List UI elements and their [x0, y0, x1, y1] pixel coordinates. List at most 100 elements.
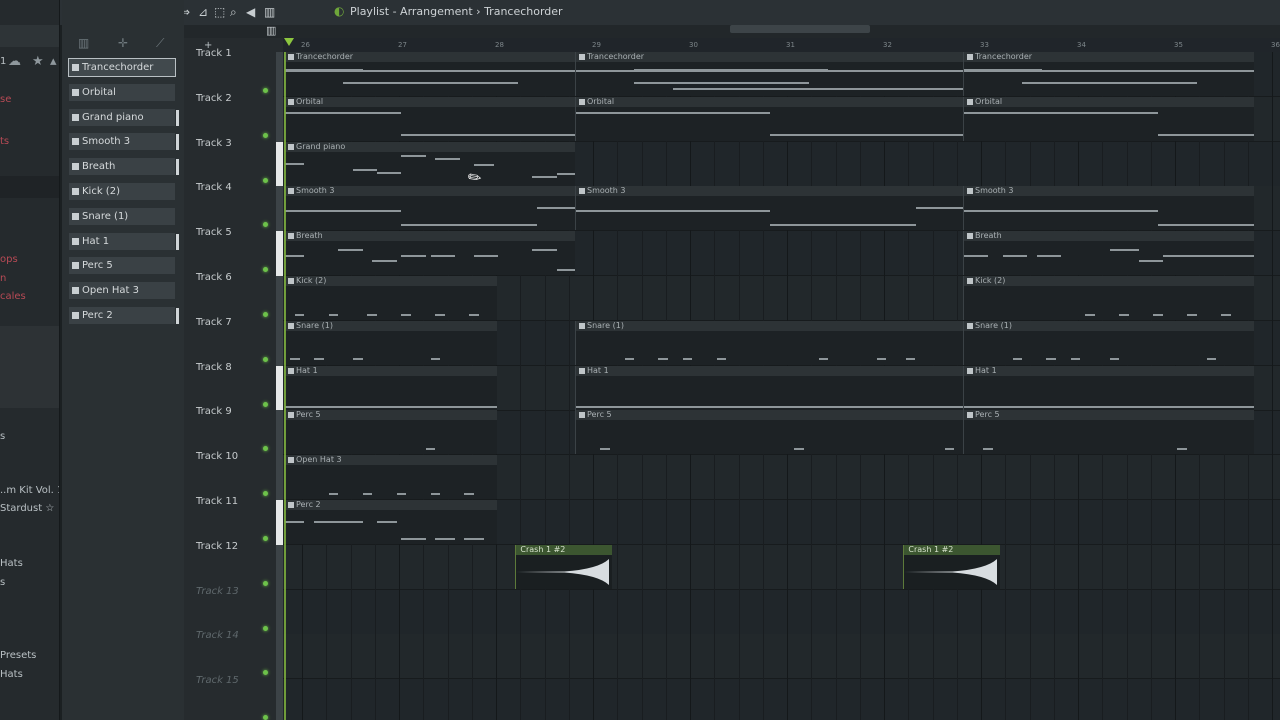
track-enable-led[interactable] — [263, 446, 268, 452]
pattern-clip[interactable]: Perc 5 — [284, 410, 498, 455]
track-enable-led[interactable] — [263, 267, 268, 273]
clip-menu-icon[interactable] — [579, 412, 585, 419]
track-name[interactable]: Track 5 — [196, 227, 232, 238]
track-color-grip[interactable] — [276, 589, 283, 635]
track-color-grip[interactable] — [276, 365, 283, 411]
clip-menu-icon[interactable] — [579, 98, 585, 105]
horizontal-scrollbar[interactable] — [730, 25, 870, 33]
pattern-item[interactable]: Perc 5 — [68, 256, 176, 276]
track-enable-led[interactable] — [263, 670, 268, 676]
pattern-clip[interactable]: Trancechorder — [575, 52, 963, 96]
browser-item[interactable]: Hats — [0, 669, 23, 680]
track-enable-led[interactable] — [263, 536, 268, 541]
browser-item[interactable]: n — [0, 273, 6, 284]
clip-menu-icon[interactable] — [288, 502, 294, 508]
pattern-clip[interactable]: Hat 1 — [284, 365, 498, 410]
select-icon[interactable]: ⬚ — [214, 5, 225, 19]
pattern-clip[interactable]: Perc 2 — [284, 500, 498, 544]
playlist-grid[interactable]: Trancechorder Trancechorder Trancechorder O… — [283, 52, 1280, 720]
clip-header[interactable]: Snare (1) — [964, 320, 1254, 331]
clip-header[interactable]: Grand piano — [285, 141, 575, 152]
track-name[interactable]: Track 2 — [196, 93, 232, 104]
title-pattern[interactable]: Trancechorder — [484, 5, 563, 18]
pattern-item[interactable]: Hat 1 — [68, 231, 179, 251]
browser-item[interactable]: s — [0, 577, 5, 588]
track-color-grip[interactable] — [276, 276, 283, 321]
pattern-clip[interactable]: Smooth 3 — [963, 186, 1254, 231]
clip-menu-icon[interactable] — [288, 367, 294, 374]
pattern-clip[interactable]: Smooth 3 — [575, 186, 963, 231]
clip-header[interactable]: Orbital — [964, 96, 1254, 107]
pattern-clip[interactable]: Orbital — [963, 96, 1254, 141]
clip-header[interactable]: Trancechorder — [285, 52, 575, 62]
song-start-marker[interactable] — [284, 38, 294, 46]
pattern-item[interactable]: Trancechorder — [68, 58, 176, 77]
audio-clip-header[interactable]: Crash 1 #2 — [516, 544, 613, 555]
track-enable-led[interactable] — [263, 401, 268, 407]
track-name[interactable]: Track 9 — [196, 406, 232, 417]
track-header[interactable]: Track 14 — [184, 630, 283, 680]
browser-item[interactable]: s — [0, 431, 5, 442]
track-enable-led[interactable] — [263, 580, 268, 586]
clip-header[interactable]: Smooth 3 — [964, 186, 1254, 197]
pattern-clip[interactable]: Orbital — [575, 96, 963, 141]
track-name[interactable]: Track 3 — [196, 138, 232, 149]
clip-menu-icon[interactable] — [967, 367, 973, 374]
cloud-icon[interactable]: ☁ — [8, 54, 21, 69]
track-name[interactable]: Track 4 — [196, 182, 232, 193]
track-enable-led[interactable] — [263, 491, 268, 497]
track-enable-led[interactable] — [263, 312, 268, 317]
clip-header[interactable]: Perc 2 — [285, 500, 498, 510]
clip-menu-icon[interactable] — [579, 322, 585, 329]
track-header[interactable]: Track 9 — [184, 406, 283, 456]
clip-header[interactable]: Smooth 3 — [285, 186, 575, 197]
clip-header[interactable]: Perc 5 — [964, 410, 1254, 421]
track-color-grip[interactable] — [276, 410, 283, 456]
pattern-item[interactable]: Kick (2) — [68, 182, 176, 201]
pattern-clip[interactable]: Perc 5 — [963, 410, 1254, 455]
automation-icon[interactable]: ⟋ — [156, 36, 164, 51]
track-name[interactable]: Track 13 — [196, 586, 239, 597]
clip-header[interactable]: Snare (1) — [576, 320, 963, 331]
browser-item[interactable]: ops — [0, 254, 18, 265]
playhead[interactable] — [284, 52, 286, 720]
clip-menu-icon[interactable] — [288, 233, 294, 240]
slice-icon[interactable]: ⊿ — [198, 5, 208, 19]
clip-menu-icon[interactable] — [288, 143, 294, 150]
clip-menu-icon[interactable] — [967, 412, 973, 419]
pattern-clip[interactable]: Open Hat 3 — [284, 455, 498, 500]
pattern-item[interactable]: Perc 2 — [68, 306, 179, 325]
track-header[interactable]: Track 10 — [184, 451, 283, 501]
track-enable-led[interactable] — [263, 132, 268, 138]
pattern-clip[interactable]: Snare (1) — [963, 320, 1254, 365]
pattern-clip[interactable]: Hat 1 — [963, 365, 1254, 410]
piano-icon[interactable]: ▥ — [78, 36, 89, 50]
track-color-grip[interactable] — [276, 320, 283, 366]
track-lane[interactable] — [283, 544, 1280, 590]
track-color-grip[interactable] — [276, 634, 283, 680]
track-color-grip[interactable] — [276, 141, 283, 187]
track-color-grip[interactable] — [276, 679, 283, 720]
clip-menu-icon[interactable] — [579, 367, 585, 374]
track-lane[interactable] — [283, 679, 1280, 720]
clip-header[interactable]: Trancechorder — [964, 52, 1254, 62]
track-color-grip[interactable] — [276, 186, 283, 232]
clip-header[interactable]: Hat 1 — [964, 365, 1254, 376]
speaker-icon[interactable]: ◀ — [246, 5, 255, 19]
clip-menu-icon[interactable] — [967, 322, 973, 329]
clip-menu-icon[interactable] — [288, 98, 294, 105]
clip-menu-icon[interactable] — [579, 188, 585, 195]
track-name[interactable]: Track 15 — [196, 675, 239, 686]
browser-item[interactable]: se — [0, 94, 11, 105]
track-name[interactable]: Track 1 — [196, 48, 232, 59]
browser-item[interactable]: ts — [0, 136, 9, 147]
clip-menu-icon[interactable] — [967, 278, 973, 284]
track-name[interactable]: Track 14 — [196, 630, 239, 641]
track-color-grip[interactable] — [276, 500, 283, 545]
pattern-item[interactable]: Breath — [68, 157, 179, 177]
track-header[interactable]: Track 1 — [184, 48, 283, 97]
audio-clip-header[interactable]: Crash 1 #2 — [904, 544, 1001, 555]
track-header[interactable]: Track 15 — [184, 675, 283, 720]
clip-menu-icon[interactable] — [288, 412, 294, 419]
clip-menu-icon[interactable] — [288, 188, 294, 195]
